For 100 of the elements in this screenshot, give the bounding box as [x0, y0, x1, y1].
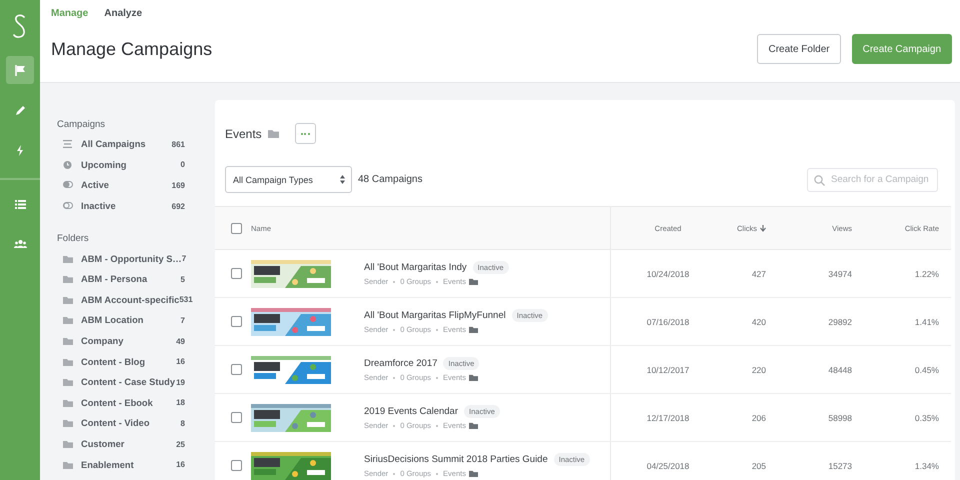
folder-icon — [468, 326, 478, 333]
folder-item[interactable]: Content - Video — [81, 418, 181, 428]
flag-icon[interactable] — [14, 64, 26, 76]
list-icon[interactable] — [14, 198, 26, 210]
row-checkbox[interactable] — [231, 364, 242, 375]
table-cell: 206 — [752, 412, 766, 422]
row-checkbox[interactable] — [231, 316, 242, 327]
folder-item[interactable]: Content - Case Study — [81, 377, 176, 388]
folder-item[interactable]: ABM - Opportunity S… — [81, 254, 182, 264]
folder-icon — [268, 129, 279, 138]
sort-caret-icon — [340, 175, 345, 184]
item-count: 7 — [182, 254, 186, 264]
table-cell: 220 — [752, 364, 766, 374]
section-label: Campaigns — [57, 119, 106, 130]
folder-icon — [62, 460, 72, 469]
folder-icon — [62, 419, 72, 428]
row-checkbox[interactable] — [231, 412, 242, 423]
folder-item[interactable]: Content - Blog — [81, 356, 176, 367]
item-count: 49 — [176, 336, 185, 346]
item-count: 8 — [180, 418, 185, 428]
table-cell: 1.34% — [914, 460, 939, 470]
folder-icon — [62, 358, 72, 366]
nav-tab[interactable]: Analyze — [104, 8, 142, 19]
folder-icon — [62, 275, 72, 284]
item-count: 7 — [180, 316, 185, 325]
folder-item[interactable]: Company — [81, 336, 176, 346]
table-cell: 0.35% — [914, 412, 939, 422]
item-count: 19 — [176, 378, 185, 387]
campaign-name[interactable]: 2019 Events Calendar — [364, 406, 458, 417]
folder-icon — [62, 254, 72, 263]
clock-icon — [62, 160, 72, 169]
page-title: Manage Campaigns — [51, 38, 214, 60]
folder-icon — [62, 337, 72, 346]
table-cell: 29892 — [828, 316, 852, 326]
pencil-icon[interactable] — [14, 104, 26, 116]
item-count: 169 — [172, 180, 185, 190]
table-cell: 420 — [752, 316, 766, 326]
folder-icon — [468, 278, 478, 285]
table-cell: 10/24/2018 — [646, 268, 690, 278]
item-count: 18 — [176, 398, 185, 408]
select-all-checkbox[interactable] — [231, 222, 242, 234]
campaign-type-select[interactable]: All Campaign Types — [225, 166, 352, 193]
folder-icon — [468, 374, 478, 381]
nav-tab[interactable]: Manage — [51, 8, 88, 19]
item-count: 25 — [176, 440, 185, 449]
item-count: 861 — [172, 140, 185, 149]
list-icon — [62, 140, 72, 148]
table-cell: 07/16/2018 — [646, 316, 690, 326]
logo-icon[interactable] — [13, 14, 27, 40]
toggle-on-icon — [62, 181, 72, 190]
table-cell: 48448 — [828, 364, 852, 374]
table-cell: 15273 — [828, 460, 852, 470]
create-campaign-button[interactable]: Create Campaign — [852, 34, 952, 64]
sidebar-item[interactable]: Inactive — [81, 201, 172, 212]
item-count: 16 — [176, 357, 185, 366]
folder-icon — [62, 440, 72, 448]
row-checkbox[interactable] — [231, 268, 242, 279]
search-icon — [814, 174, 825, 186]
folder-item[interactable]: Enablement — [81, 460, 176, 470]
sidebar-item[interactable]: All Campaigns — [81, 139, 172, 150]
folder-item[interactable]: ABM - Persona — [81, 274, 181, 284]
create-folder-button[interactable]: Create Folder — [757, 34, 841, 64]
row-checkbox[interactable] — [231, 460, 242, 471]
sidebar-item[interactable]: Upcoming — [81, 160, 181, 170]
table-cell: 58998 — [828, 412, 852, 422]
table-cell: 427 — [752, 268, 766, 278]
item-count: 692 — [172, 202, 185, 211]
campaign-name[interactable]: All 'Bout Margaritas FlipMyFunnel — [364, 310, 506, 321]
table-cell: 10/12/2017 — [646, 364, 690, 374]
folder-icon — [468, 470, 478, 477]
section-label: Folders — [57, 233, 90, 244]
folder-icon — [468, 422, 478, 429]
people-icon[interactable] — [14, 238, 26, 250]
toggle-off-icon — [62, 202, 72, 210]
folder-item[interactable]: Customer — [81, 439, 176, 450]
table-cell: 1.22% — [914, 268, 939, 278]
sidebar-item[interactable]: Active — [81, 180, 172, 190]
folder-title: Events — [225, 126, 262, 140]
item-count: 531 — [179, 295, 193, 304]
search-field[interactable]: Search for a Campaign — [807, 168, 938, 192]
campaign-name[interactable]: SiriusDecisions Summit 2018 Parties Guide — [364, 454, 548, 465]
folder-item[interactable]: ABM Account-specific — [81, 294, 180, 305]
table-cell: 12/17/2018 — [646, 412, 690, 422]
table-cell: 205 — [752, 460, 766, 470]
table-cell: 04/25/2018 — [646, 460, 690, 470]
campaign-name[interactable]: All 'Bout Margaritas Indy — [364, 262, 467, 273]
folder-item[interactable]: ABM Location — [81, 315, 181, 326]
folder-item[interactable]: Content - Ebook — [81, 398, 176, 408]
table-cell: 34974 — [828, 268, 852, 278]
table-cell: 1.41% — [914, 316, 939, 326]
folder-icon — [62, 296, 72, 304]
sort-arrow-icon[interactable] — [760, 224, 766, 232]
folder-icon — [62, 378, 72, 386]
campaign-count: 48 Campaigns — [358, 174, 424, 185]
campaign-name[interactable]: Dreamforce 2017 — [364, 358, 438, 369]
table-cell: 0.45% — [914, 364, 939, 374]
folder-icon — [62, 316, 72, 324]
item-count: 5 — [180, 274, 185, 284]
item-count: 16 — [176, 460, 185, 470]
item-count: 0 — [180, 160, 185, 170]
